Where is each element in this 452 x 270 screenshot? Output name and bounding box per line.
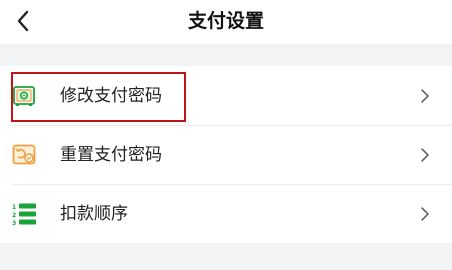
settings-list: 修改支付密码 重置支付密码 1 2 3 扣款顺序 bbox=[0, 66, 452, 243]
safe-icon bbox=[13, 86, 35, 106]
page-title: 支付设置 bbox=[187, 10, 264, 32]
chevron-right-icon bbox=[421, 148, 429, 162]
chevron-right-icon bbox=[421, 89, 429, 103]
numbered-list-icon: 1 2 3 bbox=[12, 203, 36, 226]
settings-item-reset-password[interactable]: 重置支付密码 bbox=[0, 125, 452, 184]
settings-item-label: 重置支付密码 bbox=[60, 145, 162, 165]
settings-item-label: 扣款顺序 bbox=[60, 204, 128, 224]
svg-text:1: 1 bbox=[12, 204, 16, 211]
settings-item-change-password[interactable]: 修改支付密码 bbox=[0, 66, 452, 125]
settings-item-deduction-order[interactable]: 1 2 3 扣款顺序 bbox=[0, 184, 452, 243]
reset-card-icon bbox=[12, 144, 36, 165]
payment-settings-page: 支付设置 修改支付密码 重置支付密码 1 2 3 扣款顺序 bbox=[0, 0, 452, 270]
svg-text:3: 3 bbox=[12, 220, 16, 226]
svg-text:2: 2 bbox=[12, 212, 16, 219]
settings-item-label: 修改支付密码 bbox=[60, 86, 162, 106]
chevron-right-icon bbox=[421, 207, 429, 221]
nav-bar: 支付设置 bbox=[0, 0, 452, 44]
